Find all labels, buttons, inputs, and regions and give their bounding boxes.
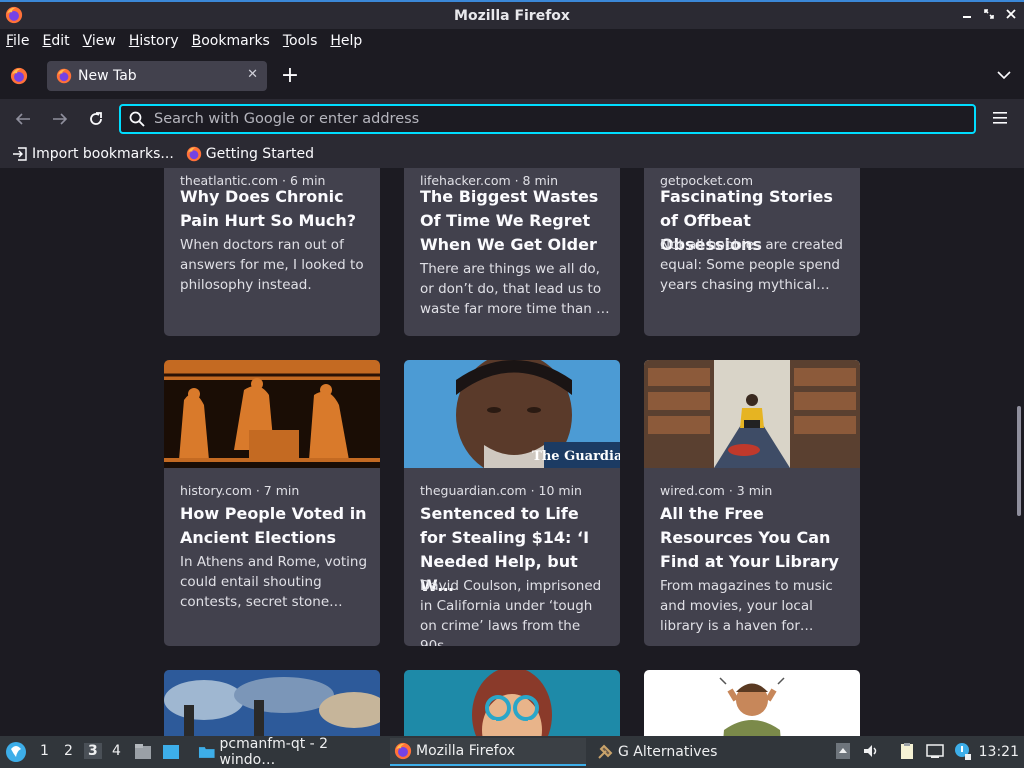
story-card[interactable]: getpocket.com Fascinating Stories of Off… — [644, 168, 860, 336]
story-image-greek-vase — [164, 360, 380, 468]
bookmark-import[interactable]: Import bookmarks... — [12, 146, 174, 162]
firefox-icon — [56, 68, 72, 84]
workspace-4[interactable]: 4 — [112, 743, 121, 759]
story-headline: The Biggest Wastes Of Time We Regret Whe… — [420, 187, 599, 254]
hamburger-menu-icon[interactable] — [993, 111, 1007, 125]
story-headline: All the Free Resources You Can Find at Y… — [660, 504, 839, 571]
menu-history[interactable]: History — [129, 33, 179, 49]
menu-bookmarks[interactable]: Bookmarks — [192, 33, 270, 49]
volume-icon[interactable] — [862, 742, 880, 760]
workspace-3[interactable]: 3 — [84, 743, 102, 759]
story-card[interactable]: theatlantic.com · 6 min Why Does Chronic… — [164, 168, 380, 336]
bookmarks-toolbar: Import bookmarks... Getting Started — [0, 139, 1024, 168]
menu-file[interactable]: File — [6, 33, 29, 49]
story-image-glasses-kid — [404, 670, 620, 736]
menu-view[interactable]: View — [83, 33, 116, 49]
show-hidden-tray-icon[interactable] — [834, 742, 852, 760]
firefox-icon — [394, 742, 412, 760]
story-headline: How People Voted in Ancient Elections — [180, 504, 367, 547]
screen: Mozilla Firefox File Edit View History B… — [0, 0, 1024, 768]
story-source: wired.com · 3 min — [660, 483, 773, 498]
story-excerpt: In Athens and Rome, voting could entail … — [180, 554, 368, 610]
story-excerpt: Not all hobbies are created equal: Some … — [660, 237, 843, 293]
task-pcmanfm[interactable]: pcmanfm-qt - 2 windo… — [194, 736, 384, 768]
menu-tools[interactable]: Tools — [283, 33, 318, 49]
desktop-icon[interactable] — [162, 743, 180, 761]
workspace-2[interactable]: 2 — [64, 743, 73, 759]
window-titlebar: Mozilla Firefox — [0, 0, 1024, 29]
story-card[interactable]: wired.com · 3 min All the Free Resources… — [644, 360, 860, 646]
menubar: File Edit View History Bookmarks Tools H… — [0, 29, 1024, 53]
bookmark-import-label: Import bookmarks... — [32, 145, 174, 162]
search-icon — [129, 111, 145, 127]
import-icon — [13, 146, 27, 161]
story-image-portrait: The Guardian — [404, 360, 620, 468]
navigation-toolbar — [0, 99, 1024, 139]
tools-icon — [598, 744, 613, 759]
chevron-down-icon[interactable] — [996, 67, 1012, 83]
window-controls — [960, 6, 1018, 22]
story-card[interactable]: The Guardian theguardian.com · 10 min Se… — [404, 360, 620, 646]
story-excerpt: David Coulson, imprisoned in California … — [420, 578, 602, 646]
notification-icon[interactable] — [953, 742, 971, 760]
url-input[interactable] — [154, 111, 934, 127]
back-icon[interactable] — [14, 110, 32, 128]
firefox-view-icon[interactable] — [10, 67, 28, 85]
new-tab-button[interactable]: + — [280, 63, 300, 89]
story-card[interactable]: history.com · 7 min How People Voted in … — [164, 360, 380, 646]
clipboard-icon[interactable] — [898, 742, 916, 760]
story-excerpt: From magazines to music and movies, your… — [660, 578, 833, 634]
story-card[interactable] — [164, 670, 380, 736]
firefox-icon — [5, 6, 23, 24]
task-label: pcmanfm-qt - 2 windo… — [219, 736, 329, 768]
task-alternatives[interactable]: G Alternatives — [592, 738, 792, 766]
task-firefox[interactable]: Mozilla Firefox — [390, 738, 586, 766]
scrollbar-thumb[interactable] — [1017, 406, 1021, 516]
task-label: Mozilla Firefox — [416, 743, 516, 759]
bookmark-getting-started[interactable]: Getting Started — [186, 146, 314, 162]
tab-label: New Tab — [78, 68, 137, 84]
tab-new-tab[interactable]: New Tab ✕ — [47, 61, 267, 91]
network-icon[interactable] — [926, 742, 944, 760]
restore-icon[interactable] — [982, 6, 996, 22]
guardian-logo: The Guardian — [532, 449, 620, 464]
taskbar: 1 2 3 4 pcmanfm-qt - 2 windo… Mozilla Fi… — [0, 736, 1024, 768]
minimize-icon[interactable] — [960, 6, 974, 22]
window-title: Mozilla Firefox — [454, 7, 570, 24]
story-excerpt: When doctors ran out of answers for me, … — [180, 237, 364, 293]
story-source: theguardian.com · 10 min — [420, 483, 582, 498]
story-image-library — [644, 360, 860, 468]
close-tab-icon[interactable]: ✕ — [247, 67, 258, 82]
story-image-stressed-person — [644, 670, 860, 736]
menu-help[interactable]: Help — [330, 33, 362, 49]
forward-icon[interactable] — [51, 110, 69, 128]
tab-strip: New Tab ✕ + — [0, 53, 1024, 99]
taskbar-clock[interactable]: 13:21 — [979, 744, 1019, 760]
story-excerpt: There are things we all do, or don’t do,… — [420, 261, 610, 317]
close-icon[interactable] — [1004, 6, 1018, 22]
task-label: G Alternatives — [618, 744, 718, 760]
story-card[interactable] — [644, 670, 860, 736]
url-bar[interactable] — [119, 104, 976, 134]
story-image-smokestacks — [164, 670, 380, 736]
bookmark-getting-started-label: Getting Started — [205, 145, 315, 162]
folder-icon — [198, 747, 215, 758]
menu-edit[interactable]: Edit — [42, 33, 69, 49]
new-tab-page: theatlantic.com · 6 min Why Does Chronic… — [0, 168, 1024, 736]
story-headline: Why Does Chronic Pain Hurt So Much? — [180, 187, 356, 230]
story-card[interactable] — [404, 670, 620, 736]
workspace-1[interactable]: 1 — [40, 743, 49, 759]
story-card[interactable]: lifehacker.com · 8 min The Biggest Waste… — [404, 168, 620, 336]
firefox-icon — [186, 146, 201, 161]
reload-icon[interactable] — [87, 110, 105, 128]
file-manager-icon[interactable] — [134, 743, 152, 761]
story-source: history.com · 7 min — [180, 483, 300, 498]
start-menu-icon[interactable] — [5, 741, 27, 763]
